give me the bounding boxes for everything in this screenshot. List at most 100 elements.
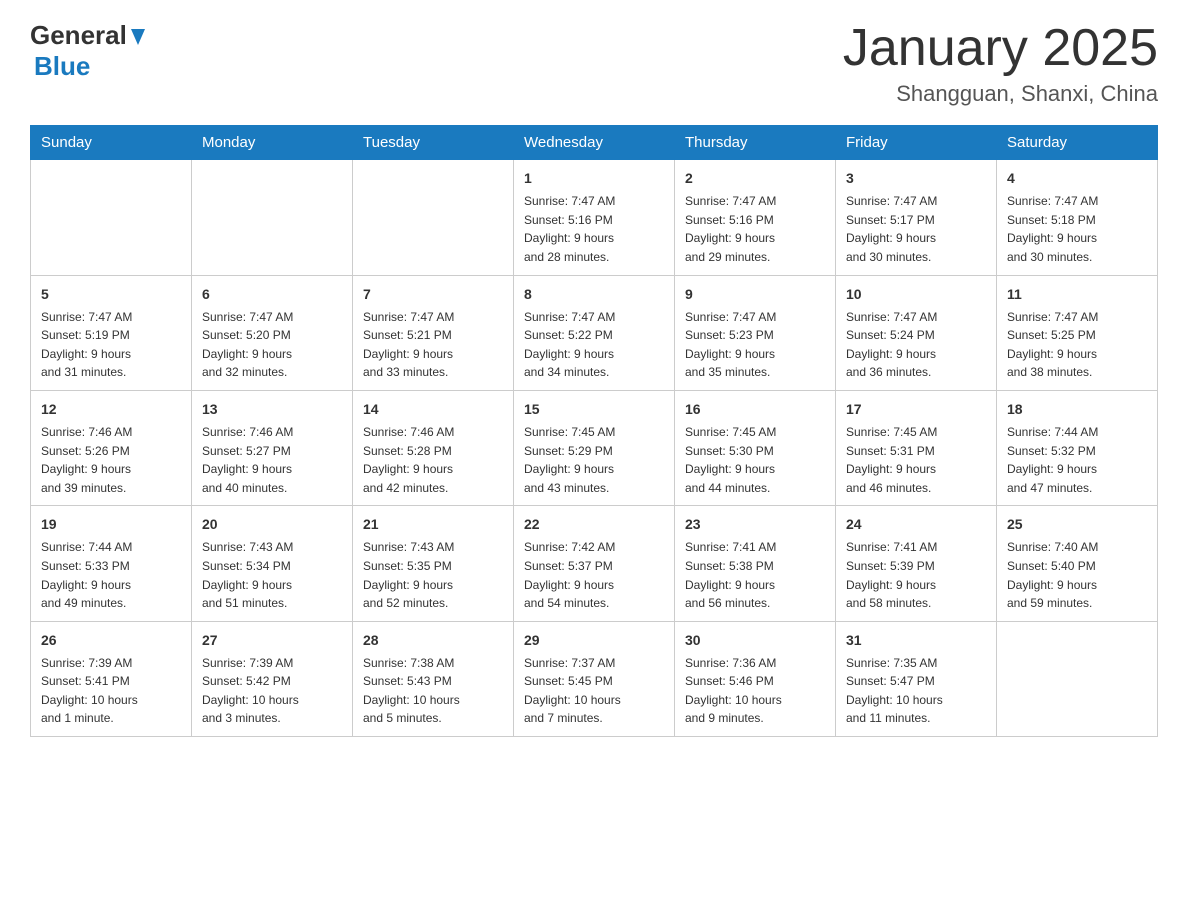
logo-icon — [127, 25, 149, 47]
day-info: Sunrise: 7:47 AM Sunset: 5:18 PM Dayligh… — [1007, 192, 1147, 266]
day-info: Sunrise: 7:44 AM Sunset: 5:32 PM Dayligh… — [1007, 423, 1147, 497]
day-number: 18 — [1007, 399, 1147, 420]
day-number: 25 — [1007, 514, 1147, 535]
day-info: Sunrise: 7:47 AM Sunset: 5:24 PM Dayligh… — [846, 308, 986, 382]
calendar-cell: 29 Sunrise: 7:37 AM Sunset: 5:45 PM Dayli… — [514, 621, 675, 736]
calendar-cell — [997, 621, 1158, 736]
calendar-cell: 16Sunrise: 7:45 AM Sunset: 5:30 PM Dayli… — [675, 390, 836, 505]
calendar-cell: 21 Sunrise: 7:43 AM Sunset: 5:35 PM Dayli… — [353, 506, 514, 621]
calendar-week-row: 5 Sunrise: 7:47 AM Sunset: 5:19 PM Daylig… — [31, 275, 1158, 390]
day-number: 24 — [846, 514, 986, 535]
day-number: 22 — [524, 514, 664, 535]
day-number: 7 — [363, 284, 503, 305]
day-number: 2 — [685, 168, 825, 189]
calendar-cell: 17 Sunrise: 7:45 AM Sunset: 5:31 PM Dayli… — [836, 390, 997, 505]
day-info: Sunrise: 7:45 AM Sunset: 5:29 PM Dayligh… — [524, 423, 664, 497]
day-info: Sunrise: 7:47 AM Sunset: 5:20 PM Dayligh… — [202, 308, 342, 382]
column-header-thursday: Thursday — [675, 126, 836, 160]
calendar-cell — [192, 160, 353, 275]
calendar-cell: 5 Sunrise: 7:47 AM Sunset: 5:19 PM Daylig… — [31, 275, 192, 390]
calendar-cell: 28Sunrise: 7:38 AM Sunset: 5:43 PM Dayli… — [353, 621, 514, 736]
day-info: Sunrise: 7:43 AM Sunset: 5:34 PM Dayligh… — [202, 538, 342, 612]
calendar-cell: 12 Sunrise: 7:46 AM Sunset: 5:26 PM Dayli… — [31, 390, 192, 505]
column-header-wednesday: Wednesday — [514, 126, 675, 160]
day-info: Sunrise: 7:46 AM Sunset: 5:28 PM Dayligh… — [363, 423, 503, 497]
day-number: 1 — [524, 168, 664, 189]
day-info: Sunrise: 7:47 AM Sunset: 5:17 PM Dayligh… — [846, 192, 986, 266]
day-number: 11 — [1007, 284, 1147, 305]
day-number: 31 — [846, 630, 986, 651]
calendar-cell: 4 Sunrise: 7:47 AM Sunset: 5:18 PM Daylig… — [997, 160, 1158, 275]
day-number: 23 — [685, 514, 825, 535]
day-info: Sunrise: 7:42 AM Sunset: 5:37 PM Dayligh… — [524, 538, 664, 612]
column-header-monday: Monday — [192, 126, 353, 160]
day-number: 21 — [363, 514, 503, 535]
day-number: 12 — [41, 399, 181, 420]
calendar-cell: 15Sunrise: 7:45 AM Sunset: 5:29 PM Dayli… — [514, 390, 675, 505]
calendar-header-row: SundayMondayTuesdayWednesdayThursdayFrid… — [31, 126, 1158, 160]
day-number: 10 — [846, 284, 986, 305]
title-area: January 2025 Shangguan, Shanxi, China — [843, 20, 1158, 107]
day-info: Sunrise: 7:47 AM Sunset: 5:22 PM Dayligh… — [524, 308, 664, 382]
calendar-week-row: 1 Sunrise: 7:47 AM Sunset: 5:16 PM Daylig… — [31, 160, 1158, 275]
calendar-cell — [31, 160, 192, 275]
calendar-cell: 27 Sunrise: 7:39 AM Sunset: 5:42 PM Dayli… — [192, 621, 353, 736]
day-info: Sunrise: 7:47 AM Sunset: 5:21 PM Dayligh… — [363, 308, 503, 382]
day-info: Sunrise: 7:36 AM Sunset: 5:46 PM Dayligh… — [685, 654, 825, 728]
calendar-cell: 10 Sunrise: 7:47 AM Sunset: 5:24 PM Dayli… — [836, 275, 997, 390]
day-info: Sunrise: 7:47 AM Sunset: 5:16 PM Dayligh… — [524, 192, 664, 266]
day-info: Sunrise: 7:47 AM Sunset: 5:19 PM Dayligh… — [41, 308, 181, 382]
day-info: Sunrise: 7:39 AM Sunset: 5:42 PM Dayligh… — [202, 654, 342, 728]
day-number: 26 — [41, 630, 181, 651]
column-header-saturday: Saturday — [997, 126, 1158, 160]
day-info: Sunrise: 7:47 AM Sunset: 5:16 PM Dayligh… — [685, 192, 825, 266]
day-number: 28 — [363, 630, 503, 651]
calendar-cell: 30Sunrise: 7:36 AM Sunset: 5:46 PM Dayli… — [675, 621, 836, 736]
day-info: Sunrise: 7:44 AM Sunset: 5:33 PM Dayligh… — [41, 538, 181, 612]
day-number: 5 — [41, 284, 181, 305]
day-number: 6 — [202, 284, 342, 305]
calendar-cell: 25Sunrise: 7:40 AM Sunset: 5:40 PM Dayli… — [997, 506, 1158, 621]
calendar-cell: 1 Sunrise: 7:47 AM Sunset: 5:16 PM Daylig… — [514, 160, 675, 275]
day-number: 29 — [524, 630, 664, 651]
day-number: 4 — [1007, 168, 1147, 189]
calendar-cell: 20Sunrise: 7:43 AM Sunset: 5:34 PM Dayli… — [192, 506, 353, 621]
day-info: Sunrise: 7:35 AM Sunset: 5:47 PM Dayligh… — [846, 654, 986, 728]
calendar-cell: 31 Sunrise: 7:35 AM Sunset: 5:47 PM Dayli… — [836, 621, 997, 736]
day-number: 27 — [202, 630, 342, 651]
calendar-cell — [353, 160, 514, 275]
calendar-cell: 14Sunrise: 7:46 AM Sunset: 5:28 PM Dayli… — [353, 390, 514, 505]
calendar-cell: 6 Sunrise: 7:47 AM Sunset: 5:20 PM Daylig… — [192, 275, 353, 390]
logo: General Blue — [30, 20, 149, 82]
day-number: 3 — [846, 168, 986, 189]
calendar-table: SundayMondayTuesdayWednesdayThursdayFrid… — [30, 125, 1158, 737]
calendar-subtitle: Shangguan, Shanxi, China — [843, 81, 1158, 107]
calendar-cell: 9Sunrise: 7:47 AM Sunset: 5:23 PM Daylig… — [675, 275, 836, 390]
day-number: 9 — [685, 284, 825, 305]
day-info: Sunrise: 7:39 AM Sunset: 5:41 PM Dayligh… — [41, 654, 181, 728]
calendar-cell: 23 Sunrise: 7:41 AM Sunset: 5:38 PM Dayli… — [675, 506, 836, 621]
calendar-cell: 18 Sunrise: 7:44 AM Sunset: 5:32 PM Dayli… — [997, 390, 1158, 505]
page-header: General Blue January 2025 Shangguan, Sha… — [30, 20, 1158, 107]
day-number: 16 — [685, 399, 825, 420]
day-number: 19 — [41, 514, 181, 535]
calendar-week-row: 26 Sunrise: 7:39 AM Sunset: 5:41 PM Dayli… — [31, 621, 1158, 736]
day-info: Sunrise: 7:43 AM Sunset: 5:35 PM Dayligh… — [363, 538, 503, 612]
day-info: Sunrise: 7:37 AM Sunset: 5:45 PM Dayligh… — [524, 654, 664, 728]
column-header-sunday: Sunday — [31, 126, 192, 160]
day-number: 8 — [524, 284, 664, 305]
day-info: Sunrise: 7:46 AM Sunset: 5:26 PM Dayligh… — [41, 423, 181, 497]
day-number: 17 — [846, 399, 986, 420]
column-header-tuesday: Tuesday — [353, 126, 514, 160]
calendar-cell: 22 Sunrise: 7:42 AM Sunset: 5:37 PM Dayli… — [514, 506, 675, 621]
calendar-title: January 2025 — [843, 20, 1158, 77]
calendar-cell: 13Sunrise: 7:46 AM Sunset: 5:27 PM Dayli… — [192, 390, 353, 505]
calendar-cell: 2 Sunrise: 7:47 AM Sunset: 5:16 PM Daylig… — [675, 160, 836, 275]
day-info: Sunrise: 7:41 AM Sunset: 5:39 PM Dayligh… — [846, 538, 986, 612]
calendar-cell: 7 Sunrise: 7:47 AM Sunset: 5:21 PM Daylig… — [353, 275, 514, 390]
day-info: Sunrise: 7:45 AM Sunset: 5:31 PM Dayligh… — [846, 423, 986, 497]
day-info: Sunrise: 7:41 AM Sunset: 5:38 PM Dayligh… — [685, 538, 825, 612]
calendar-cell: 19 Sunrise: 7:44 AM Sunset: 5:33 PM Dayli… — [31, 506, 192, 621]
logo-general-text: General — [30, 20, 127, 51]
day-info: Sunrise: 7:47 AM Sunset: 5:25 PM Dayligh… — [1007, 308, 1147, 382]
